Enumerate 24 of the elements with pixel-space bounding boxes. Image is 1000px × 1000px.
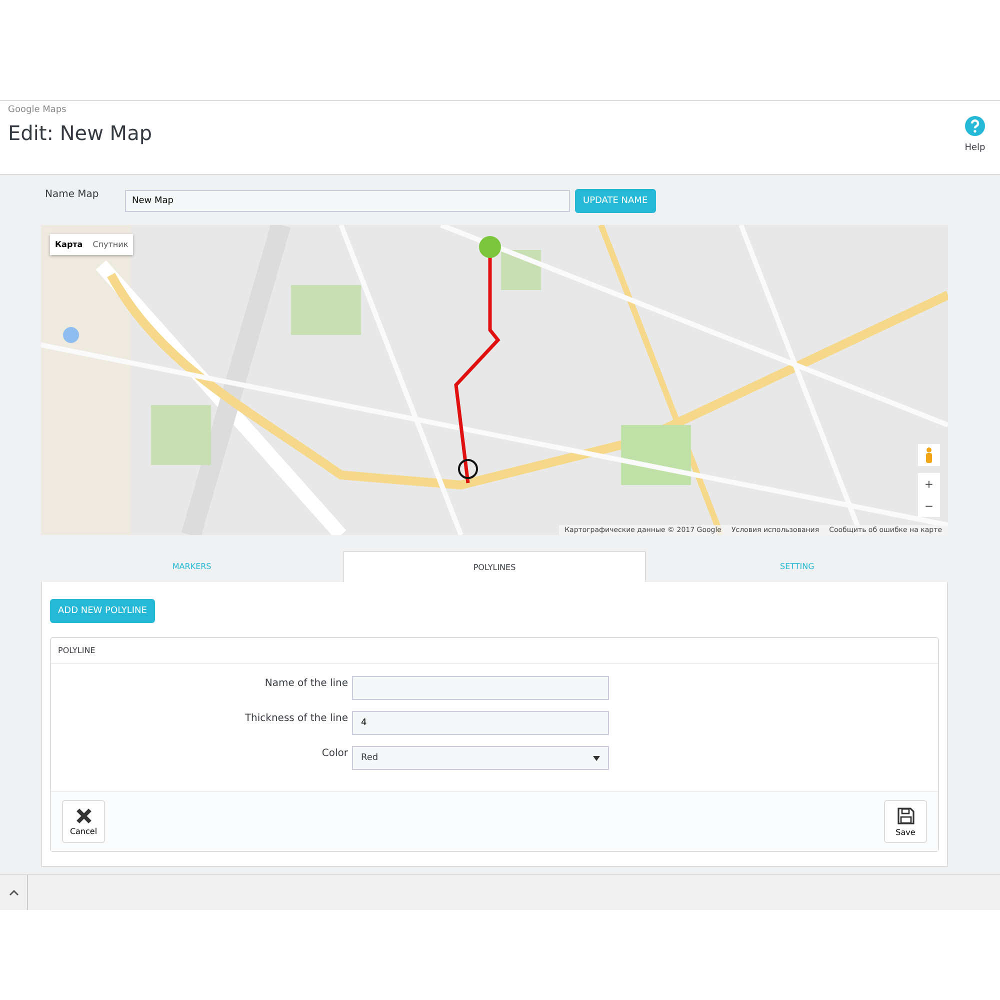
save-button[interactable]: Save <box>884 800 927 843</box>
tab[interactable]: POLYLINES <box>342 551 646 582</box>
help-icon <box>964 115 986 137</box>
street-view-button[interactable] <box>918 444 940 466</box>
page-title: Edit: New Map <box>8 121 152 145</box>
color-select[interactable]: Red <box>352 746 609 770</box>
person-icon <box>925 447 933 463</box>
text-input[interactable]: 4 <box>352 711 609 735</box>
panel-title: POLYLINE <box>51 638 938 664</box>
caret-icon <box>593 756 600 760</box>
map-type-tab[interactable]: Карта <box>50 234 88 255</box>
cancel-button[interactable]: Cancel <box>62 800 105 843</box>
chevron-up-icon <box>8 890 18 896</box>
field-label: Thickness of the line <box>244 712 349 724</box>
name-input[interactable]: New Map <box>125 190 570 212</box>
field-label: Name of the line <box>264 677 349 689</box>
text-input[interactable] <box>352 676 609 700</box>
close-icon <box>76 808 92 824</box>
breadcrumb[interactable]: Google Maps <box>8 105 152 115</box>
field-label: Color <box>320 747 349 759</box>
field-label: Name Map <box>44 189 100 200</box>
save-icon <box>896 806 914 824</box>
help-button[interactable]: Help <box>964 101 1000 174</box>
map-type-tab[interactable]: Спутник <box>88 234 134 255</box>
